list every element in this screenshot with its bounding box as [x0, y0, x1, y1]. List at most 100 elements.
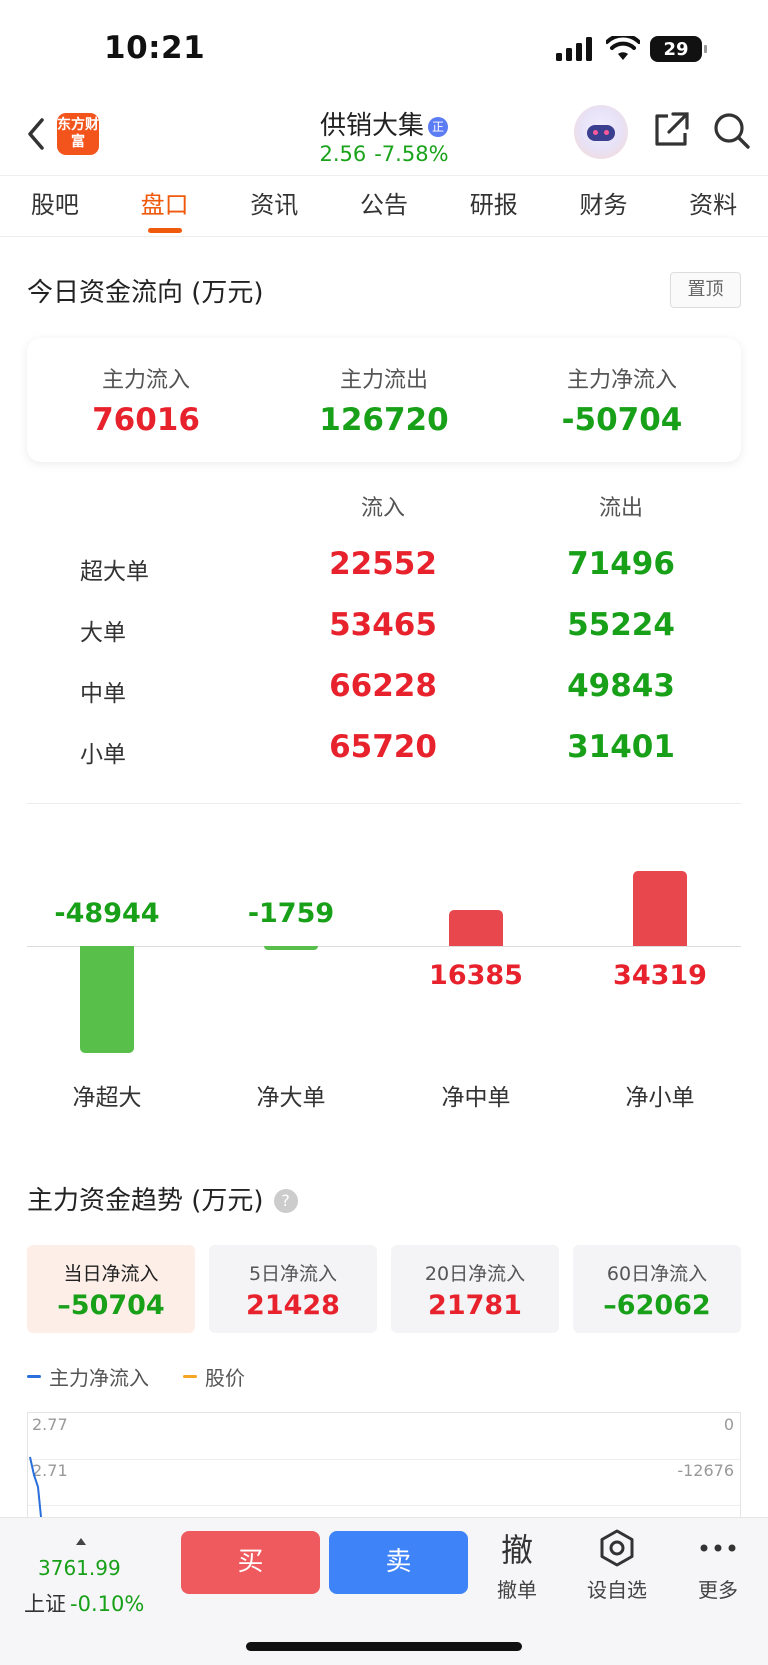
- more-label: 更多: [698, 1578, 738, 1602]
- fund-flow-title: 今日资金流向 (万元): [27, 278, 264, 308]
- summary-label: 主力流出: [339, 368, 428, 393]
- search-icon[interactable]: [711, 110, 751, 150]
- cancel-icon: 撤: [500, 1531, 533, 1569]
- home-indicator: [246, 1642, 522, 1651]
- period-value: –50704: [57, 1290, 165, 1321]
- pin-top-button[interactable]: 置顶: [670, 272, 741, 308]
- order-size-label: 中单: [80, 681, 126, 707]
- index-change: -0.10%: [70, 1592, 145, 1616]
- period-label: 60日净流入: [606, 1263, 708, 1285]
- bar-value-label: 16385: [429, 960, 523, 991]
- inflow-value: 53465: [329, 607, 437, 643]
- summary-item: 主力流入 76016: [27, 338, 265, 462]
- period-value: 21781: [428, 1290, 522, 1321]
- share-icon[interactable]: [651, 110, 691, 150]
- chart-legend: 主力净流入 股价: [27, 1362, 245, 1391]
- bar-value-label: 34319: [613, 960, 707, 991]
- add-watchlist-button[interactable]: 设自选: [577, 1526, 657, 1603]
- status-bar: 10:21 29: [0, 0, 768, 100]
- order-size-label: 大单: [80, 620, 126, 646]
- summary-label: 主力流入: [101, 368, 190, 393]
- period-label: 5日净流入: [248, 1263, 338, 1285]
- outflow-value: 49843: [567, 668, 675, 704]
- net-flow-bar: [264, 946, 318, 950]
- cancel-label: 撤单: [497, 1578, 537, 1602]
- period-label: 当日净流入: [63, 1263, 159, 1285]
- right-axis-label: -12676: [677, 1461, 734, 1480]
- trend-title: 主力资金趋势 (万元)?: [27, 1180, 298, 1217]
- legend-swatch: [183, 1375, 197, 1378]
- period-tab[interactable]: 5日净流入 21428: [209, 1245, 377, 1333]
- status-icons: 29: [556, 36, 707, 62]
- outflow-value: 55224: [567, 607, 675, 643]
- period-tab[interactable]: 20日净流入 21781: [391, 1245, 559, 1333]
- more-button[interactable]: 更多: [678, 1526, 758, 1603]
- index-value: 3761.99: [38, 1556, 121, 1580]
- stock-name: 供销大集: [319, 111, 424, 141]
- outflow-header: 流出: [598, 496, 643, 521]
- bar-value-label: -1759: [247, 898, 335, 929]
- tab-item[interactable]: 盘口: [110, 176, 220, 236]
- tab-item[interactable]: 财务: [549, 176, 659, 236]
- more-dots-icon: [678, 1526, 758, 1570]
- order-size-label: 小单: [80, 742, 126, 768]
- right-axis-label: 0: [723, 1415, 734, 1434]
- grid-line: [28, 1505, 740, 1506]
- trend-title-text: 主力资金趋势 (万元): [27, 1186, 264, 1216]
- summary-item: 主力净流入 -50704: [503, 338, 741, 462]
- net-flow-chart: -48944 净超大 -1759 净大单 16385 净中单 34319 净小单: [0, 820, 768, 1120]
- wifi-icon: [606, 36, 640, 60]
- grid-line: [28, 1459, 740, 1460]
- chart-baseline: [27, 946, 741, 947]
- inflow-header: 流入: [360, 496, 405, 521]
- status-time: 10:21: [104, 30, 206, 66]
- cancel-order-button[interactable]: 撤 撤单: [477, 1526, 557, 1603]
- inflow-value: 66228: [329, 668, 437, 704]
- help-icon[interactable]: ?: [273, 1189, 298, 1213]
- tab-item[interactable]: 公告: [329, 176, 439, 236]
- outflow-value: 71496: [567, 546, 675, 582]
- summary-label: 主力净流入: [566, 368, 677, 393]
- legend-item: 股价: [183, 1362, 245, 1391]
- period-value: 21428: [246, 1290, 340, 1321]
- tab-item[interactable]: 资料: [658, 176, 768, 236]
- watchlist-label: 设自选: [587, 1578, 647, 1602]
- bar-category-label: 净大单: [256, 1085, 326, 1111]
- tab-item[interactable]: 资讯: [219, 176, 329, 236]
- bar-category-label: 净小单: [625, 1085, 695, 1111]
- period-tab[interactable]: 当日净流入 –50704: [27, 1245, 195, 1333]
- tab-bar: 股吧 盘口 资讯 公告 研报 财务 资料: [0, 175, 768, 237]
- battery-indicator: 29: [650, 36, 707, 62]
- robot-icon: [587, 125, 615, 141]
- summary-item: 主力流出 126720: [265, 338, 503, 462]
- period-value: –62062: [603, 1290, 711, 1321]
- sell-button[interactable]: 卖: [329, 1531, 468, 1594]
- legend-label: 主力净流入: [49, 1366, 149, 1390]
- buy-button[interactable]: 买: [181, 1531, 320, 1594]
- period-tabs: 当日净流入 –50704 5日净流入 21428 20日净流入 21781 60日净流入 –6…: [27, 1245, 741, 1333]
- legend-item: 主力净流入: [27, 1362, 149, 1391]
- bar-category-label: 净超大: [72, 1085, 142, 1111]
- tab-item[interactable]: 股吧: [0, 176, 110, 236]
- summary-value: 76016: [92, 402, 200, 438]
- verify-badge-icon: 正: [428, 117, 448, 137]
- stock-change: -7.58%: [374, 142, 449, 166]
- fund-flow-summary: 主力流入 76016 主力流出 126720 主力净流入 -50704: [27, 338, 741, 462]
- legend-label: 股价: [205, 1366, 245, 1390]
- summary-value: 126720: [319, 402, 449, 438]
- table-row: 小单 65720 31401: [0, 723, 768, 784]
- trend-chart: 2.77 2.71 0 -12676: [27, 1412, 741, 1522]
- net-inflow-line: [29, 1456, 42, 1518]
- tab-item[interactable]: 研报: [439, 176, 549, 236]
- period-tab[interactable]: 60日净流入 –62062: [573, 1245, 741, 1333]
- summary-value: -50704: [561, 402, 683, 438]
- table-header: 流入 流出: [0, 490, 768, 530]
- assistant-avatar[interactable]: [574, 105, 628, 159]
- net-flow-bar: [80, 946, 134, 1053]
- outflow-value: 31401: [567, 729, 675, 765]
- stock-header: 东方财富 供销大集正 2.56 -7.58%: [0, 100, 768, 175]
- hexagon-icon: [577, 1526, 657, 1570]
- inflow-value: 65720: [329, 729, 437, 765]
- net-flow-bar: [449, 910, 503, 946]
- expand-up-icon: [76, 1538, 86, 1545]
